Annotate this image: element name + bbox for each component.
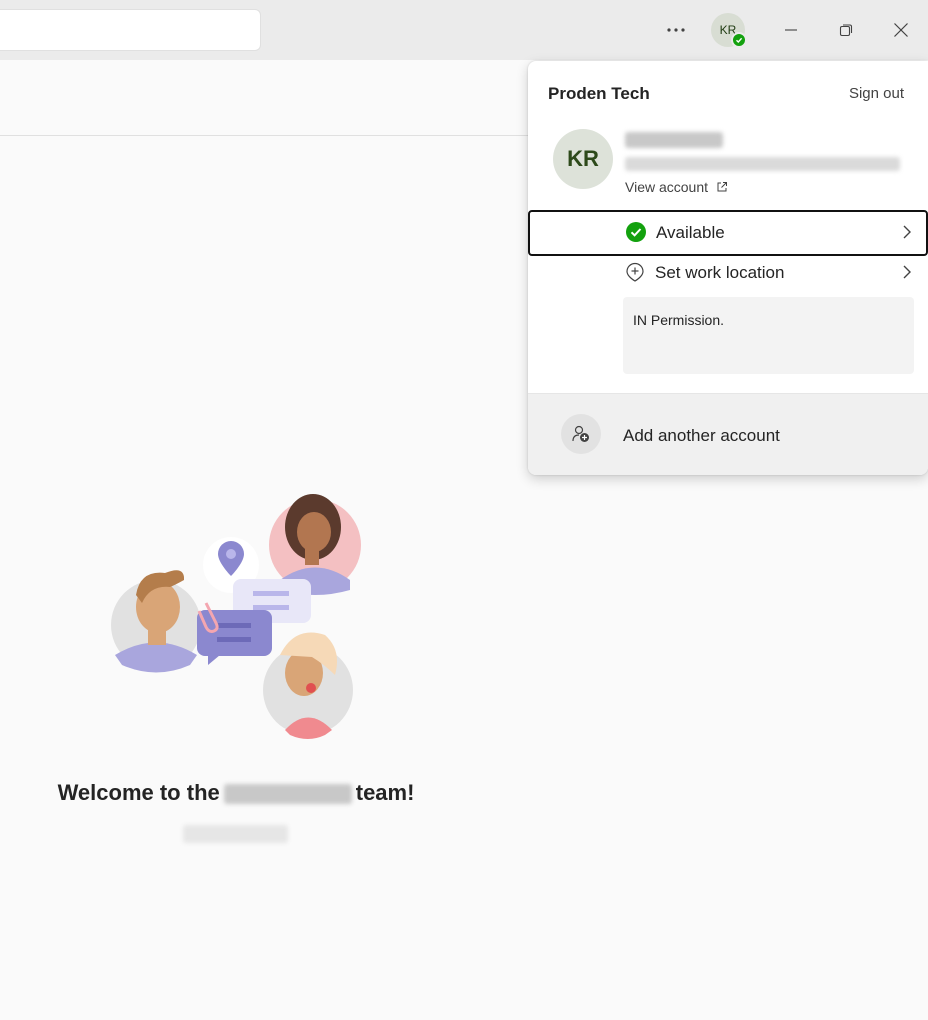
- more-options-button[interactable]: [656, 10, 696, 50]
- restore-button[interactable]: [826, 10, 866, 50]
- status-message-text: IN Permission.: [633, 312, 725, 328]
- account-avatar-initials: KR: [567, 146, 599, 171]
- redacted-user-email: [625, 157, 900, 171]
- presence-status-button[interactable]: Available: [528, 210, 928, 256]
- sign-out-link[interactable]: Sign out: [849, 85, 904, 102]
- welcome-illustration: [100, 485, 370, 745]
- minimize-icon: [785, 29, 797, 31]
- redacted-org-subtitle: [183, 825, 288, 843]
- chevron-right-icon: [903, 265, 911, 279]
- account-flyout: Proden Tech Sign out KR View account Ava…: [528, 61, 928, 475]
- status-label: Available: [656, 223, 725, 242]
- restore-icon: [839, 24, 853, 37]
- add-account-label: Add another account: [623, 426, 780, 445]
- more-icon: [667, 28, 685, 32]
- add-another-account-button[interactable]: Add another account: [528, 393, 928, 475]
- title-bar: KR: [0, 0, 928, 60]
- add-person-icon: [561, 414, 601, 454]
- close-icon: [894, 23, 908, 37]
- work-location-label: Set work location: [655, 263, 785, 282]
- view-account-link[interactable]: View account: [625, 179, 728, 195]
- welcome-suffix: team!: [355, 780, 415, 805]
- status-message-box[interactable]: IN Permission.: [623, 297, 914, 374]
- welcome-heading: Welcome to the team!: [0, 780, 472, 806]
- redacted-user-name: [625, 132, 723, 148]
- profile-avatar-button[interactable]: KR: [711, 13, 747, 48]
- welcome-prefix: Welcome to the: [57, 780, 220, 805]
- view-account-label: View account: [625, 179, 709, 195]
- location-add-icon: [626, 262, 644, 282]
- close-button[interactable]: [881, 10, 921, 50]
- set-work-location-button[interactable]: Set work location: [528, 254, 928, 294]
- presence-available-icon: [731, 32, 747, 48]
- minimize-button[interactable]: [771, 10, 811, 50]
- search-input[interactable]: [0, 9, 261, 51]
- external-link-icon: [717, 182, 728, 192]
- redacted-team-name: [223, 784, 352, 805]
- account-avatar[interactable]: KR: [553, 129, 613, 189]
- available-check-icon: [626, 222, 646, 242]
- chevron-right-icon: [903, 225, 911, 239]
- org-name: Proden Tech: [548, 84, 650, 103]
